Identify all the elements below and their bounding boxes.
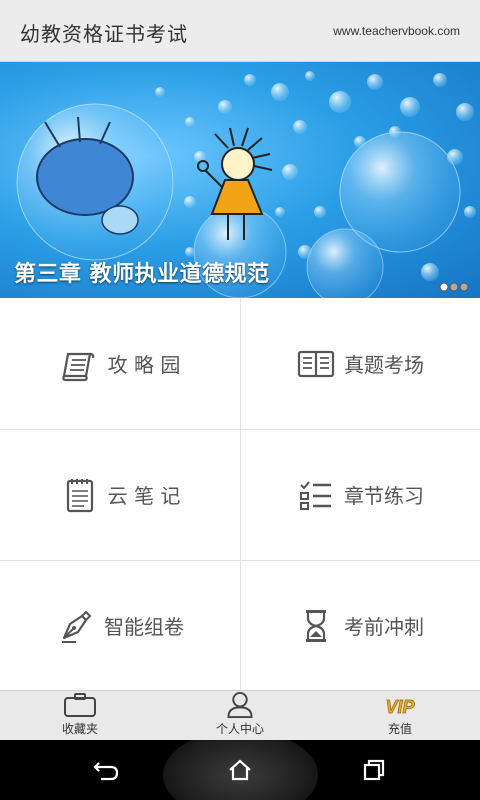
vip-icon: VIP: [385, 697, 416, 718]
strategy-button[interactable]: 攻 略 园: [0, 298, 240, 429]
bottom-tab-bar: 收藏夹 个人中心 VIP 充值: [0, 690, 480, 740]
hourglass-icon: [306, 609, 326, 642]
home-button[interactable]: [220, 756, 260, 784]
back-button[interactable]: [86, 756, 126, 784]
smart-paper-label: 智能组卷: [104, 615, 184, 639]
tab-profile-label: 个人中心: [215, 722, 264, 736]
briefcase-icon: [64, 693, 96, 717]
back-icon: [93, 762, 119, 781]
banner-carousel[interactable]: 第三章 教师执业道德规范: [0, 62, 480, 298]
chapter-practice-button[interactable]: 章节练习: [240, 429, 480, 560]
site-url[interactable]: www.teachervbook.com: [333, 24, 460, 38]
scroll-icon: [61, 352, 94, 381]
tab-favorites[interactable]: 收藏夹: [0, 691, 160, 741]
cloud-notes-button[interactable]: 云 笔 记: [0, 429, 240, 560]
home-icon: [229, 759, 251, 781]
open-book-icon: [297, 350, 335, 377]
app-header: 幼教资格证书考试 www.teachervbook.com: [0, 0, 480, 62]
banner-caption: 第三章 教师执业道德规范: [14, 262, 270, 287]
carousel-indicator[interactable]: [439, 282, 469, 292]
app-root: 幼教资格证书考试 www.teachervbook.com 第三章 教师执业道德…: [0, 0, 480, 800]
feature-grid: 攻 略 园 真题考场 云 笔 记 章节练习 智能组卷 考前冲刺: [0, 298, 480, 690]
checklist-icon: [300, 480, 331, 510]
cloud-notes-label: 云 笔 记: [107, 484, 181, 508]
tab-profile[interactable]: 个人中心: [160, 691, 320, 741]
real-exam-label: 真题考场: [344, 353, 424, 377]
smart-paper-button[interactable]: 智能组卷: [0, 560, 240, 691]
notepad-icon: [66, 478, 93, 512]
pen-nib-icon: [62, 610, 92, 643]
real-exam-button[interactable]: 真题考场: [240, 298, 480, 429]
tab-recharge[interactable]: VIP 充值: [320, 691, 480, 741]
chapter-practice-label: 章节练习: [344, 484, 424, 508]
tab-favorites-label: 收藏夹: [61, 722, 98, 736]
person-icon: [227, 691, 253, 718]
vip-badge: VIP: [385, 697, 415, 717]
recents-icon: [363, 759, 385, 781]
tab-recharge-label: 充值: [387, 722, 412, 736]
strategy-label: 攻 略 园: [107, 353, 181, 377]
app-title: 幼教资格证书考试: [20, 22, 188, 46]
system-nav-bar: [0, 740, 480, 800]
sprint-button[interactable]: 考前冲刺: [240, 560, 480, 691]
recents-button[interactable]: [354, 756, 394, 784]
sprint-label: 考前冲刺: [344, 615, 424, 639]
